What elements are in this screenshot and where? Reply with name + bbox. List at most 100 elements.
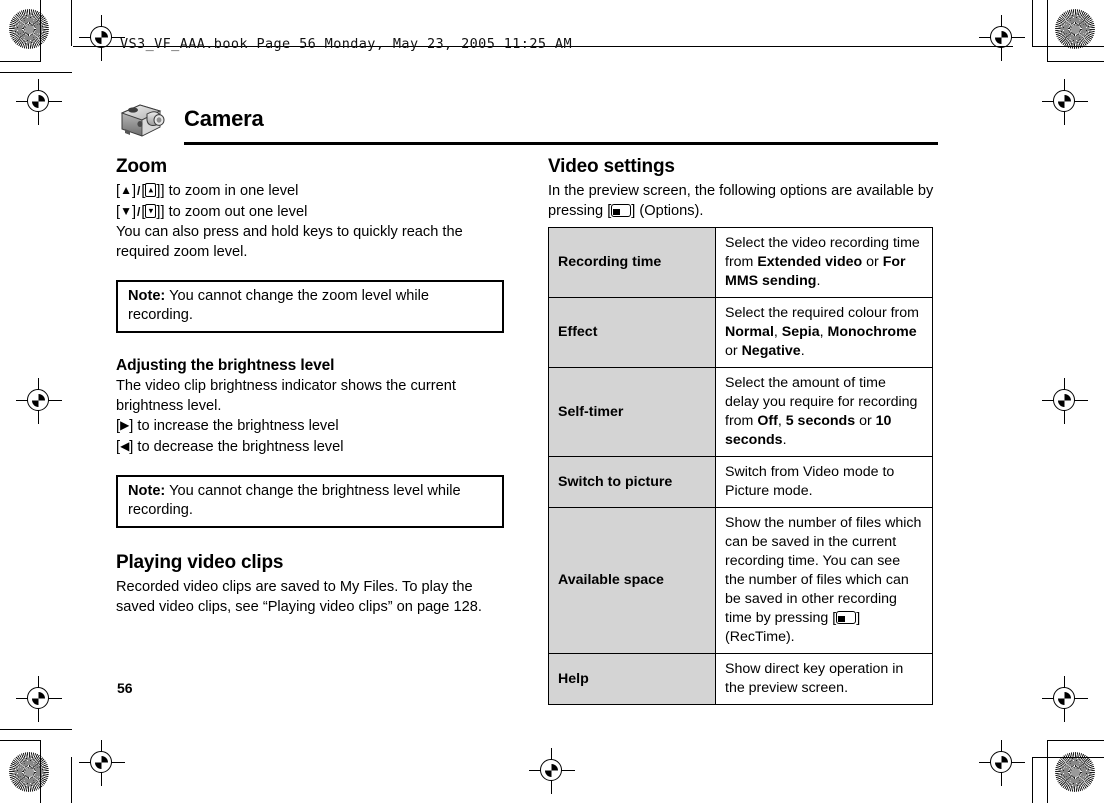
setting-option-value: Normal — [725, 324, 774, 340]
setting-description-text: Show the number of files which can be sa… — [725, 515, 922, 626]
registration-mark-bottom-left — [79, 740, 125, 786]
table-row: Recording time Select the video recording… — [548, 227, 933, 298]
video-settings-table: Recording time Select the video recording… — [548, 227, 933, 705]
registration-mark-bottom-center — [529, 748, 575, 794]
crop-line-bl-v2 — [40, 740, 41, 803]
crop-line-tr-v — [1032, 0, 1033, 46]
page-title: Camera — [184, 106, 264, 131]
registration-mark-top-left — [79, 15, 125, 61]
right-column: Video settings In the preview screen, th… — [548, 156, 936, 705]
registration-mark-top-right — [979, 15, 1025, 61]
setting-description-text: . — [816, 273, 821, 289]
triangle-down-icon: ▼ — [120, 203, 132, 218]
table-row: Help Show direct key operation in the pre… — [548, 653, 933, 705]
note-label: Note: — [128, 288, 166, 304]
crop-line-tr-h — [1047, 61, 1104, 62]
crop-line-bl-v — [71, 757, 72, 803]
zoom-in-text: ] to zoom in one level — [160, 183, 299, 199]
crop-line-br-h2 — [1032, 757, 1104, 758]
soft-key-icon — [836, 611, 857, 624]
settings-table-body: Recording time Select the video recording… — [548, 227, 933, 705]
note-box-zoom: Note: You cannot change the zoom level w… — [116, 280, 504, 333]
setting-description-cell: Show direct key operation in the preview… — [715, 653, 933, 705]
title-rule — [184, 142, 938, 145]
setting-name-cell[interactable]: Recording time — [548, 227, 716, 298]
table-row: Switch to picture Switch from Video mode … — [548, 456, 933, 508]
brightness-increase-line: [▶] to increase the brightness level — [116, 417, 504, 437]
crop-line-bl-h2 — [0, 729, 72, 730]
setting-description-text: Select the required colour from — [725, 305, 919, 321]
triangle-left-icon: ◀ — [120, 438, 130, 453]
camera-icon — [120, 104, 165, 137]
setting-description-text: Show direct key operation in the preview… — [725, 661, 904, 696]
resolution-target-top-right — [1055, 9, 1095, 49]
zoom-out-text: ] to zoom out one level — [160, 203, 308, 220]
registration-mark-left-middle — [16, 378, 62, 424]
left-column: Zoom [▲]/[▴]] to zoom in one level [▼]/[… — [116, 156, 504, 618]
setting-name-cell[interactable]: Effect — [548, 297, 716, 368]
brightness-decrease-text: ] to decrease the brightness level — [129, 438, 344, 455]
setting-description-cell: Show the number of files which can be sa… — [715, 507, 933, 654]
section-heading-playing: Playing video clips — [116, 552, 284, 573]
playing-body-text: Recorded video clips are saved to My Fil… — [116, 579, 482, 615]
setting-name-cell[interactable]: Switch to picture — [548, 456, 716, 508]
setting-description-text: , — [819, 324, 828, 340]
file-info-header: VS3_VF_AAA.book Page 56 Monday, May 23, … — [120, 36, 572, 52]
table-row: Effect Select the required colour from No… — [548, 297, 933, 368]
note-text: You cannot change the zoom level while r… — [128, 288, 429, 323]
setting-description-cell: Select the required colour from Normal, … — [715, 297, 933, 368]
setting-description-cell: Select the video recording time from Ext… — [715, 227, 933, 298]
zoom-out-key-line: [▼]/[▾]] to zoom out one level — [116, 203, 504, 223]
page-content: Camera Zoom [▲]/[▴]] to zoom in one leve… — [116, 98, 938, 705]
crop-line-tl-h — [0, 61, 41, 62]
section-heading-video-settings: Video settings — [548, 156, 675, 177]
setting-description-text: . — [800, 343, 805, 359]
resolution-target-top-left — [9, 9, 49, 49]
crop-line-tl-h2 — [0, 72, 72, 73]
setting-description-text: , — [773, 324, 782, 340]
registration-mark-top-inner-right — [1042, 79, 1088, 125]
crop-line-tl-v — [71, 0, 72, 46]
setting-option-value: 5 seconds — [785, 413, 856, 429]
registration-mark-top-inner-left — [16, 79, 62, 125]
section-heading-brightness: Adjusting the brightness level — [116, 357, 335, 374]
table-row: Self-timer Select the amount of time dela… — [548, 367, 933, 457]
setting-option-value: Negative — [741, 343, 801, 359]
setting-option-value: Sepia — [781, 324, 820, 340]
note-label-2: Note: — [128, 483, 166, 499]
triangle-up-icon: ▲ — [120, 183, 132, 197]
brightness-body-text: The video clip brightness indicator show… — [116, 378, 456, 414]
intro-text-post: ] (Options). — [631, 202, 704, 219]
side-key-down-icon: ▾ — [145, 203, 157, 218]
setting-option-value: Monochrome — [827, 324, 917, 340]
crop-line-br-v2 — [1047, 740, 1048, 803]
resolution-target-bottom-left — [9, 752, 49, 792]
setting-description-text: or — [862, 254, 883, 270]
setting-option-value: Off — [757, 413, 778, 429]
chapter-header: Camera — [116, 98, 938, 145]
registration-mark-bottom-inner-right — [1042, 676, 1088, 722]
page-number: 56 — [117, 680, 133, 696]
crop-line-br-v — [1032, 757, 1033, 803]
table-row: Available space Show the number of files … — [548, 507, 933, 654]
setting-description-text: or — [855, 413, 876, 429]
triangle-right-icon: ▶ — [120, 418, 130, 432]
note-text-2: You cannot change the brightness level w… — [128, 483, 461, 518]
brightness-increase-text: ] to increase the brightness level — [129, 418, 339, 434]
setting-name-cell[interactable]: Self-timer — [548, 367, 716, 457]
section-heading-zoom: Zoom — [116, 156, 167, 177]
crop-line-br-h — [1047, 740, 1104, 741]
registration-mark-bottom-inner-left — [16, 676, 62, 722]
brightness-decrease-line: [◀] to decrease the brightness level — [116, 438, 504, 458]
zoom-in-key-line: [▲]/[▴]] to zoom in one level — [116, 182, 504, 202]
crop-line-bl-h — [0, 740, 41, 741]
intro-text-pre: In the preview screen, the following opt… — [548, 183, 934, 219]
note-box-brightness: Note: You cannot change the brightness l… — [116, 475, 504, 528]
setting-name-cell[interactable]: Available space — [548, 507, 716, 654]
setting-name-cell[interactable]: Help — [548, 653, 716, 705]
crop-line-tr-h2 — [1032, 46, 1104, 47]
crop-line-tl-v2 — [40, 0, 41, 62]
soft-key-icon — [611, 203, 632, 217]
side-key-up-icon: ▴ — [145, 183, 157, 197]
crop-line-tr-v2 — [1047, 0, 1048, 62]
